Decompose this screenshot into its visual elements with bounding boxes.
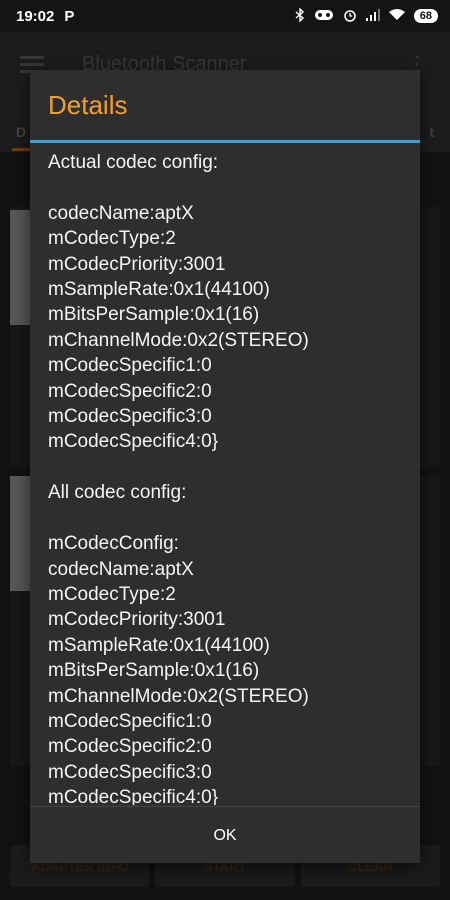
- alarm-icon: [343, 8, 357, 25]
- status-icons: 68: [295, 6, 438, 25]
- dialog-title: Details: [48, 90, 128, 120]
- details-dialog: Details Actual codec config: codecName:a…: [30, 70, 420, 863]
- vr-icon: [314, 9, 334, 24]
- dialog-message: Actual codec config: codecName:aptX mCod…: [48, 152, 309, 805]
- status-bar: 19:02 P 68: [0, 0, 450, 32]
- bluetooth-icon: [295, 6, 305, 25]
- battery-indicator: 68: [413, 9, 438, 23]
- app-notification-icon: P: [64, 7, 75, 25]
- dialog-button-divider: [30, 806, 420, 807]
- wifi-icon: [388, 8, 405, 24]
- status-time: 19:02: [16, 7, 55, 25]
- dialog-title-divider: [30, 140, 420, 143]
- signal-icon: [365, 8, 380, 24]
- ok-button[interactable]: OK: [190, 821, 260, 851]
